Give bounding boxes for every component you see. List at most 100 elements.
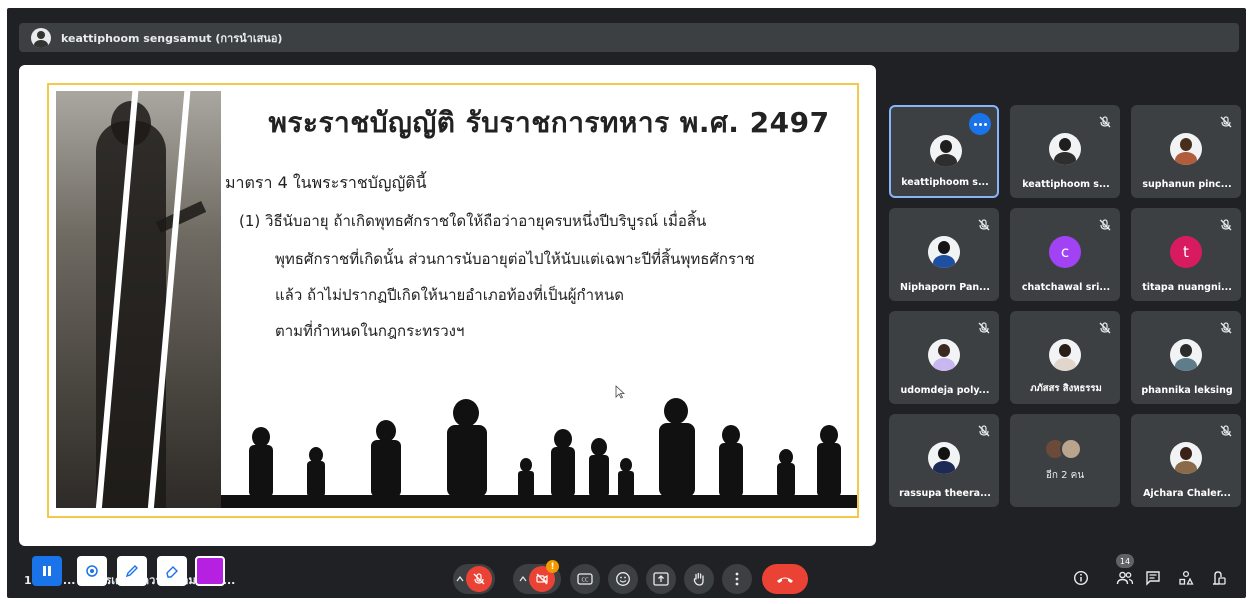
emoji-icon	[616, 572, 630, 586]
people-button[interactable]	[1113, 566, 1137, 590]
warning-icon: !	[546, 560, 559, 573]
participant-name: suphanun pinc...	[1142, 179, 1232, 190]
participant-avatar	[1049, 339, 1081, 371]
slide-text-line: ตามที่กำหนดในกฎกระทรวงฯ	[275, 322, 465, 340]
participant-avatar	[1170, 442, 1202, 474]
laser-pointer-icon	[86, 565, 98, 577]
others-tile[interactable]: อีก 2 คน	[1010, 414, 1120, 507]
color-picker-button[interactable]	[195, 556, 225, 586]
laser-pointer-button[interactable]	[77, 556, 107, 586]
camera-off-button[interactable]: !	[529, 560, 559, 592]
chevron-up-icon	[519, 576, 527, 582]
mic-off-icon	[978, 425, 990, 437]
more-options-icon[interactable]	[969, 113, 991, 135]
participant-tile[interactable]: udomdeja poly...	[889, 311, 999, 404]
mic-off-button[interactable]	[466, 566, 492, 592]
participant-tile[interactable]: t titapa nuangni...	[1131, 208, 1241, 301]
meeting-details-button[interactable]	[1069, 566, 1093, 590]
activities-button[interactable]	[1174, 566, 1198, 590]
participant-tile[interactable]: phannika leksing	[1131, 311, 1241, 404]
people-icon	[1116, 571, 1134, 585]
participant-avatar	[928, 442, 960, 474]
participant-name: titapa nuangni...	[1142, 282, 1232, 293]
presenter-avatar	[31, 27, 51, 48]
others-count-label: อีก 2 คน	[1045, 470, 1085, 481]
more-options-button[interactable]	[722, 564, 752, 594]
slide-text-line: แล้ว ถ้าไม่ปรากฏปีเกิดให้นายอำเภอท้องที่…	[275, 286, 624, 304]
reactions-button[interactable]	[608, 564, 638, 594]
leave-call-button[interactable]	[762, 564, 808, 594]
eraser-icon	[166, 566, 178, 578]
participant-tile[interactable]: Niphaporn Pan...	[889, 208, 999, 301]
mic-off-icon	[1220, 322, 1232, 334]
slide-title: พระราชบัญญัติ รับราชการทหาร พ.ศ. 2497	[268, 106, 830, 139]
camera-off-icon	[536, 573, 548, 585]
participant-avatar: c	[1049, 236, 1081, 268]
participant-avatar	[1049, 133, 1081, 165]
participant-name: keattiphoom s...	[901, 177, 989, 188]
group-avatars	[1044, 438, 1088, 462]
host-controls-button[interactable]	[1207, 566, 1231, 590]
camera-toggle-group[interactable]: !	[513, 560, 561, 594]
captions-icon: CC	[577, 573, 593, 585]
participant-avatar	[930, 135, 962, 167]
mic-off-icon	[1099, 219, 1111, 231]
activities-icon	[1179, 570, 1194, 585]
participant-name: phannika leksing	[1141, 385, 1233, 396]
participant-tile[interactable]: ภภัสสร สิงหธรรม	[1010, 311, 1120, 404]
participant-tile[interactable]: keattiphoom s...	[889, 105, 999, 198]
mic-toggle-group[interactable]	[453, 564, 495, 594]
slide-border: พระราชบัญญัติ รับราชการทหาร พ.ศ. 2497 มา…	[47, 83, 859, 518]
participant-tile[interactable]: keattiphoom s...	[1010, 105, 1120, 198]
presenter-name: keattiphoom sengsamut (การนำเสนอ)	[61, 31, 283, 45]
more-vert-icon	[735, 572, 739, 586]
presentation-slide: พระราชบัญญัติ รับราชการทหาร พ.ศ. 2497 มา…	[19, 65, 876, 546]
chevron-up-icon	[456, 576, 464, 582]
mic-off-icon	[978, 322, 990, 334]
mic-off-icon	[1220, 219, 1232, 231]
participant-avatar	[928, 236, 960, 268]
end-call-icon	[777, 577, 793, 583]
raise-hand-button[interactable]	[684, 564, 714, 594]
slide-text-line: (1) วิธีนับอายุ ถ้าเกิดพุทธศักราชใดให้ถื…	[239, 212, 707, 230]
participant-tile[interactable]: suphanun pinc...	[1131, 105, 1241, 198]
participant-avatar	[1170, 133, 1202, 165]
mic-off-icon	[1099, 116, 1111, 128]
pause-button[interactable]	[32, 556, 62, 586]
participant-avatar	[1170, 339, 1202, 371]
pen-icon	[125, 565, 138, 578]
svg-text:CC: CC	[582, 578, 589, 584]
slide-text-line: พุทธศักราชที่เกิดนั้น ส่วนการนับอายุต่อไ…	[275, 250, 755, 268]
participant-name: keattiphoom s...	[1022, 179, 1110, 190]
captions-button[interactable]: CC	[570, 564, 600, 594]
mic-off-icon	[1220, 116, 1232, 128]
participant-tile[interactable]: rassupa theera...	[889, 414, 999, 507]
soldier-image	[56, 91, 221, 508]
participant-avatar	[928, 339, 960, 371]
chat-icon	[1146, 571, 1160, 586]
participant-name: chatchawal sri...	[1021, 282, 1111, 293]
presenter-bar: keattiphoom sengsamut (การนำเสนอ)	[19, 23, 1239, 52]
pen-button[interactable]	[117, 556, 147, 586]
participant-tile[interactable]: c chatchawal sri...	[1010, 208, 1120, 301]
participant-name: ภภัสสร สิงหธรรม	[1030, 383, 1102, 394]
participant-name: Ajchara Chaler...	[1143, 488, 1231, 499]
present-button[interactable]	[646, 564, 676, 594]
slide-section-heading: มาตรา 4 ในพระราชบัญญัตินี้	[225, 173, 427, 192]
participant-avatar: t	[1170, 236, 1202, 268]
hand-icon	[693, 572, 704, 586]
info-icon	[1073, 570, 1089, 586]
participant-tile[interactable]: Ajchara Chaler...	[1131, 414, 1241, 507]
pause-icon	[43, 566, 51, 576]
mic-off-icon	[1220, 425, 1232, 437]
eraser-button[interactable]	[157, 556, 187, 586]
participant-name: Niphaporn Pan...	[900, 282, 990, 293]
soldier-silhouettes-image	[221, 398, 857, 508]
host-controls-icon	[1213, 571, 1226, 585]
meet-window: keattiphoom sengsamut (การนำเสนอ) พระราช…	[7, 8, 1246, 598]
participant-name: rassupa theera...	[899, 488, 991, 499]
participant-name: udomdeja poly...	[900, 385, 990, 396]
present-screen-icon	[653, 572, 669, 586]
chat-button[interactable]	[1141, 566, 1165, 590]
mic-off-icon	[473, 573, 485, 585]
